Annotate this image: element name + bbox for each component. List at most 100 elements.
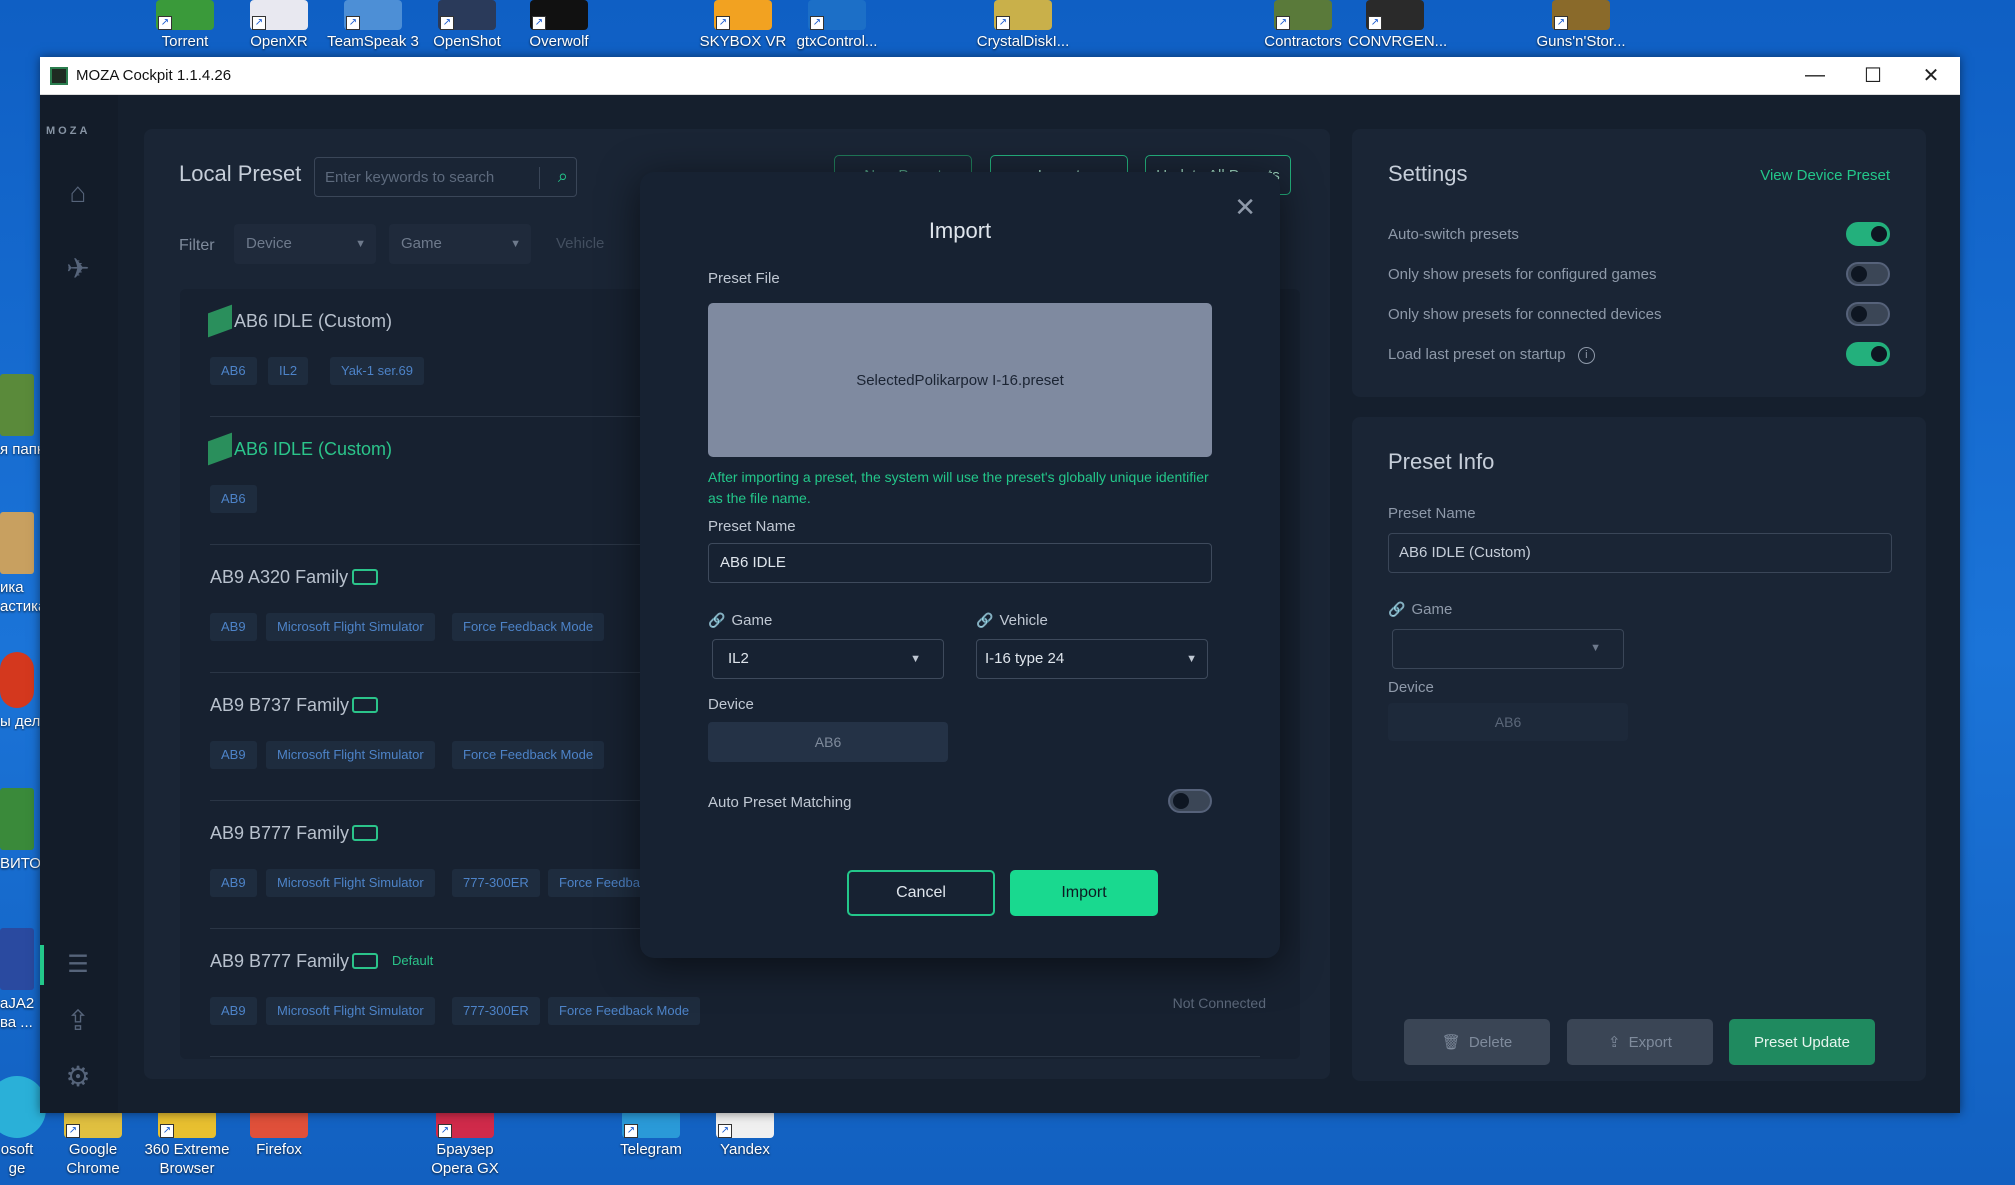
custom-ribbon-icon bbox=[208, 304, 232, 338]
plane-icon[interactable]: ✈ bbox=[60, 251, 96, 287]
desktop-icon-operagx[interactable]: ↗ Браузер Opera GX bbox=[418, 1110, 512, 1178]
mail-icon bbox=[352, 569, 378, 585]
export-button[interactable]: ⇪ Export bbox=[1567, 1019, 1713, 1065]
preset-info-title: Preset Info bbox=[1388, 449, 1495, 474]
active-indicator bbox=[40, 945, 44, 985]
mail-icon bbox=[352, 953, 378, 969]
search-separator bbox=[539, 167, 540, 189]
maximize-button[interactable]: ☐ bbox=[1844, 57, 1902, 95]
desktop-icon-openshot[interactable]: ↗ OpenShot bbox=[420, 0, 514, 51]
setting-configured-games: Only show presets for configured games bbox=[1388, 262, 1890, 288]
search-input[interactable] bbox=[325, 158, 535, 196]
desktop-icon-contractors[interactable]: ↗ Contractors bbox=[1256, 0, 1350, 51]
preset-tag: 777-300ER bbox=[452, 997, 540, 1025]
preset-file-dropzone[interactable]: SelectedPolikarpow I-16.preset bbox=[708, 303, 1212, 457]
filter-device-select[interactable]: Device ▼ bbox=[234, 224, 376, 264]
delete-button[interactable]: 🗑 Delete bbox=[1404, 1019, 1550, 1065]
desktop-icon-convrgen[interactable]: ↗ CONVRGEN... bbox=[1348, 0, 1447, 51]
setting-load-last: Load last preset on startup i bbox=[1388, 342, 1890, 368]
link-icon: 🔗 bbox=[708, 612, 726, 628]
desktop-icon-openxr[interactable]: ↗ OpenXR bbox=[232, 0, 326, 51]
desktop-icon-left-2[interactable]: ика астика bbox=[0, 512, 40, 616]
desktop-icon-telegram[interactable]: ↗ Telegram bbox=[604, 1110, 698, 1159]
filter-label: Filter bbox=[179, 237, 215, 254]
auto-switch-toggle[interactable] bbox=[1846, 222, 1890, 246]
import-confirm-button[interactable]: Import bbox=[1010, 870, 1158, 916]
load-last-toggle[interactable] bbox=[1846, 342, 1890, 366]
auto-preset-matching-toggle[interactable] bbox=[1168, 789, 1212, 813]
preset-tag: Force Feedback Mode bbox=[452, 613, 605, 641]
game-select[interactable]: IL2 ▼ bbox=[712, 639, 944, 679]
chevron-down-icon: ▼ bbox=[1590, 642, 1601, 654]
preset-tag: Force Feedback Mode bbox=[452, 741, 605, 769]
desktop-icon-crystaldisk[interactable]: ↗ CrystalDiskI... bbox=[976, 0, 1070, 51]
preset-name-label: Preset Name bbox=[1388, 505, 1476, 522]
close-icon[interactable]: ✕ bbox=[1234, 192, 1256, 223]
search-icon[interactable]: ⌕ bbox=[558, 166, 568, 187]
vehicle-select[interactable]: I-16 type 24 ▼ bbox=[976, 639, 1208, 679]
export-icon: ⇪ bbox=[1608, 1034, 1621, 1051]
preset-tag: Microsoft Flight Simulator bbox=[266, 869, 435, 897]
trash-icon: 🗑 bbox=[1441, 1034, 1461, 1051]
desktop-icon-gunsnstories[interactable]: ↗ Guns'n'Stor... bbox=[1534, 0, 1628, 51]
info-icon[interactable]: i bbox=[1577, 346, 1595, 364]
preset-name: AB6 IDLE (Custom) bbox=[234, 439, 393, 459]
preset-name-field[interactable]: AB6 IDLE (Custom) bbox=[1388, 533, 1892, 573]
cancel-button[interactable]: Cancel bbox=[847, 870, 995, 916]
desktop-icon-firefox[interactable]: Firefox bbox=[232, 1110, 326, 1159]
desktop-icon-left-avito[interactable]: ВИТО bbox=[0, 788, 40, 873]
chevron-down-icon: ▼ bbox=[355, 238, 366, 250]
mail-icon bbox=[352, 697, 378, 713]
gear-icon[interactable]: ⚙ bbox=[60, 1059, 96, 1095]
preset-tag: 777-300ER bbox=[452, 869, 540, 897]
desktop-icon-left-folder[interactable]: я папк bbox=[0, 374, 40, 459]
desktop-icon-left-ja2[interactable]: aJA2 ва ... bbox=[0, 928, 40, 1032]
game-select[interactable]: ▼ bbox=[1392, 629, 1624, 669]
desktop-icon-gtxcontrol[interactable]: ↗ gtxControl... bbox=[790, 0, 884, 51]
preset-tag: AB6 bbox=[210, 485, 257, 513]
preset-update-button[interactable]: Preset Update bbox=[1729, 1019, 1875, 1065]
configured-games-toggle[interactable] bbox=[1846, 262, 1890, 286]
device-chip: AB6 bbox=[708, 722, 948, 762]
chevron-down-icon: ▼ bbox=[510, 238, 521, 250]
import-dialog: Import ✕ Preset File SelectedPolikarpow … bbox=[640, 172, 1280, 958]
desktop-icon-yandex[interactable]: ↗ Yandex bbox=[698, 1110, 792, 1159]
sliders-icon[interactable]: ☰ bbox=[60, 947, 96, 983]
upload-icon[interactable]: ⇪ bbox=[60, 1003, 96, 1039]
view-device-preset-link[interactable]: View Device Preset bbox=[1760, 167, 1890, 184]
filter-game-select[interactable]: Game ▼ bbox=[389, 224, 531, 264]
desktop-icon-skybox[interactable]: ↗ SKYBOX VR bbox=[696, 0, 790, 51]
desktop-icon-torrent[interactable]: ↗ Torrent bbox=[138, 0, 232, 51]
preset-tag: Microsoft Flight Simulator bbox=[266, 613, 435, 641]
preset-tag: AB9 bbox=[210, 741, 257, 769]
preset-tag: Microsoft Flight Simulator bbox=[266, 997, 435, 1025]
preset-name-input[interactable]: AB6 IDLE bbox=[708, 543, 1212, 583]
not-connected-label: Not Connected bbox=[1172, 995, 1266, 1011]
preset-tag: AB9 bbox=[210, 997, 257, 1025]
device-label: Device bbox=[1388, 679, 1434, 696]
auto-preset-matching-label: Auto Preset Matching bbox=[708, 794, 852, 811]
preset-name: AB9 B777 Family bbox=[210, 823, 350, 843]
desktop-icon-360browser[interactable]: ↗ 360 Extreme Browser bbox=[140, 1110, 234, 1178]
desktop-icon-left-3[interactable]: ы дела bbox=[0, 652, 40, 731]
title-bar[interactable]: MOZA Cockpit 1.1.4.26 — ☐ ✕ bbox=[40, 57, 1960, 95]
preset-tag: IL2 bbox=[268, 357, 309, 385]
preset-tag: AB6 bbox=[210, 357, 257, 385]
preset-name: AB6 IDLE (Custom) bbox=[234, 311, 393, 331]
preset-name: AB9 B737 Family bbox=[210, 695, 350, 715]
chevron-down-icon: ▼ bbox=[1186, 653, 1197, 665]
desktop-icon-chrome[interactable]: ↗ Google Chrome bbox=[46, 1110, 140, 1178]
preset-tag: AB9 bbox=[210, 869, 257, 897]
close-button[interactable]: ✕ bbox=[1902, 57, 1960, 95]
home-icon[interactable]: ⌂ bbox=[60, 175, 96, 211]
minimize-button[interactable]: — bbox=[1786, 57, 1844, 95]
default-badge: Default bbox=[392, 953, 434, 968]
import-note: After importing a preset, the system wil… bbox=[708, 469, 1209, 506]
desktop-icon-teamspeak[interactable]: ↗ TeamSpeak 3 bbox=[326, 0, 420, 51]
preset-info-panel: Preset Info Preset Name AB6 IDLE (Custom… bbox=[1352, 417, 1926, 1081]
preset-tag: AB9 bbox=[210, 613, 257, 641]
game-label: 🔗 Game bbox=[708, 612, 773, 629]
desktop-icon-overwolf[interactable]: ↗ Overwolf bbox=[512, 0, 606, 51]
connected-devices-toggle[interactable] bbox=[1846, 302, 1890, 326]
setting-connected-devices: Only show presets for connected devices bbox=[1388, 302, 1890, 328]
